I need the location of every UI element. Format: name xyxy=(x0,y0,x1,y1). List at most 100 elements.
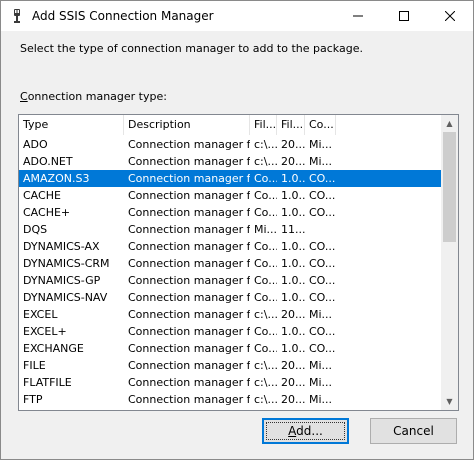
window-title: Add SSIS Connection Manager xyxy=(32,9,214,23)
maximize-button[interactable] xyxy=(381,1,427,31)
table-row[interactable]: DYNAMICS-GP Connection manager f... Co... 1… xyxy=(19,272,441,289)
minimize-button[interactable] xyxy=(335,1,381,31)
cell-company: Mi... xyxy=(309,376,333,389)
cell-file-name: Co... xyxy=(254,206,277,219)
cell-file-version: 1.0... xyxy=(281,291,305,304)
list-header: Type Description Fil... Fil... Co... xyxy=(19,115,441,135)
column-header-type[interactable]: Type xyxy=(19,115,124,135)
cell-company: Mi... xyxy=(309,308,333,321)
close-icon xyxy=(445,11,455,21)
cell-company: CO... xyxy=(309,325,336,338)
cell-company xyxy=(305,221,336,238)
table-row[interactable]: EXCHANGE Connection manager f... Co... 1.0.… xyxy=(19,340,441,357)
cell-company: Mi... xyxy=(309,155,333,168)
cell-company: CO... xyxy=(309,172,336,185)
column-header-file-version[interactable]: Fil... xyxy=(277,115,305,135)
cell-type: AMAZON.S3 xyxy=(23,172,90,185)
cell-description: Connection manager f... xyxy=(128,393,250,406)
cell-file-version: 1.0... xyxy=(281,172,305,185)
cell-company: Mi... xyxy=(309,393,333,406)
cell-type: DYNAMICS-GP xyxy=(23,274,101,287)
cell-file-version: 1.0... xyxy=(281,240,305,253)
cell-description: Connection manager f... xyxy=(128,155,250,168)
table-row[interactable]: CACHE Connection manager f... Co... 1.0... C… xyxy=(19,187,441,204)
table-row[interactable]: DYNAMICS-NAV Connection manager f... Co...… xyxy=(19,289,441,306)
ssis-plug-icon xyxy=(14,9,20,23)
cell-type: EXCEL xyxy=(23,308,58,321)
table-row[interactable]: FLATFILE Connection manager f... c:\... 20.… xyxy=(19,374,441,391)
table-row[interactable]: DYNAMICS-AX Connection manager f... Co... 1… xyxy=(19,238,441,255)
cell-file-name: c:\... xyxy=(254,138,277,151)
table-row[interactable]: CACHE+ Connection manager f... Co... 1.0...… xyxy=(19,204,441,221)
cell-company: Mi... xyxy=(309,359,333,372)
cell-company: CO... xyxy=(309,189,336,202)
cell-description: Connection manager f... xyxy=(128,138,250,151)
table-row[interactable]: FILE Connection manager f... c:\... 20... Mi… xyxy=(19,357,441,374)
cell-description: Connection manager f... xyxy=(128,206,250,219)
table-row[interactable]: DYNAMICS-CRM Connection manager f... Co...… xyxy=(19,255,441,272)
cell-file-version: 1.0... xyxy=(281,325,305,338)
cell-description: Connection manager f... xyxy=(128,223,250,236)
cell-file-version: 20... xyxy=(281,155,305,168)
table-row[interactable]: EXCEL Connection manager f... c:\... 20... M… xyxy=(19,306,441,323)
cell-description: Connection manager f... xyxy=(128,240,250,253)
cell-file-name: Co... xyxy=(254,189,277,202)
cell-type: CACHE xyxy=(23,189,61,202)
cell-file-version: 1.0... xyxy=(281,257,305,270)
cancel-button[interactable]: Cancel xyxy=(370,418,457,444)
column-header-description[interactable]: Description xyxy=(124,115,250,135)
chevron-up-icon: ▲ xyxy=(446,119,453,128)
cell-file-name: c:\... xyxy=(254,393,277,406)
cell-type: FLATFILE xyxy=(23,376,72,389)
add-connection-manager-dialog: Add SSIS Connection Manager Select the t… xyxy=(0,0,474,460)
table-row[interactable]: ADO Connection manager f... c:\... 20... Mi.… xyxy=(19,136,441,153)
cell-type: DYNAMICS-CRM xyxy=(23,257,110,270)
cell-company: CO... xyxy=(309,240,336,253)
column-header-file-name[interactable]: Fil... xyxy=(250,115,277,135)
cell-company: CO... xyxy=(309,274,336,287)
cell-description: Connection manager f... xyxy=(128,359,250,372)
table-row[interactable]: ADO.NET Connection manager f... c:\... 20..… xyxy=(19,153,441,170)
table-row[interactable]: AMAZON.S3 Connection manager f... Co... 1.0… xyxy=(19,170,441,187)
minimize-icon xyxy=(353,15,363,17)
cell-file-name: Co... xyxy=(254,342,277,355)
cell-type: DYNAMICS-NAV xyxy=(23,291,108,304)
cell-file-name: c:\... xyxy=(254,376,277,389)
cell-file-name: c:\... xyxy=(254,155,277,168)
type-label-mnemonic: C xyxy=(20,90,28,103)
chevron-down-icon: ▼ xyxy=(446,397,453,406)
type-label-text: onnection manager type: xyxy=(27,90,167,103)
cell-file-version: 11.... xyxy=(281,223,305,236)
cell-file-name: Co... xyxy=(254,172,277,185)
maximize-icon xyxy=(399,11,409,21)
cell-file-version: 1.0... xyxy=(281,342,305,355)
column-header-company[interactable]: Co... xyxy=(305,115,336,135)
scroll-down-button[interactable]: ▼ xyxy=(441,393,458,410)
cell-file-name: Co... xyxy=(254,325,277,338)
cell-file-version: 20... xyxy=(281,308,305,321)
cell-file-name: Co... xyxy=(254,240,277,253)
cell-file-name: Co... xyxy=(254,291,277,304)
vertical-scrollbar[interactable]: ▲ ▼ xyxy=(441,115,458,410)
scroll-up-button[interactable]: ▲ xyxy=(441,115,458,132)
table-row[interactable]: FTP Connection manager f... c:\... 20... Mi.… xyxy=(19,391,441,408)
cell-description: Connection manager f... xyxy=(128,308,250,321)
table-row[interactable]: EXCEL+ Connection manager f... Co... 1.0...… xyxy=(19,323,441,340)
add-button[interactable]: Add... xyxy=(262,418,349,444)
cell-type: FILE xyxy=(23,359,46,372)
scrollbar-thumb[interactable] xyxy=(443,132,456,242)
cell-type: CACHE+ xyxy=(23,206,71,219)
cell-file-version: 20... xyxy=(281,393,305,406)
table-row[interactable]: DQS Connection manager f... Mi... 11.... xyxy=(19,221,441,238)
cell-description: Connection manager f... xyxy=(128,342,250,355)
cell-type: ADO.NET xyxy=(23,155,73,168)
cell-type: DYNAMICS-AX xyxy=(23,240,100,253)
title-bar[interactable]: Add SSIS Connection Manager xyxy=(1,1,473,31)
cell-file-name: Co... xyxy=(254,257,277,270)
connection-type-list[interactable]: Type Description Fil... Fil... Co... ADO… xyxy=(18,114,459,411)
cell-description: Connection manager f... xyxy=(128,376,250,389)
cell-file-version: 20... xyxy=(281,376,305,389)
list-rows: ADO Connection manager f... c:\... 20... Mi.… xyxy=(19,136,441,408)
close-button[interactable] xyxy=(427,1,473,31)
focus-rectangle xyxy=(266,422,345,440)
